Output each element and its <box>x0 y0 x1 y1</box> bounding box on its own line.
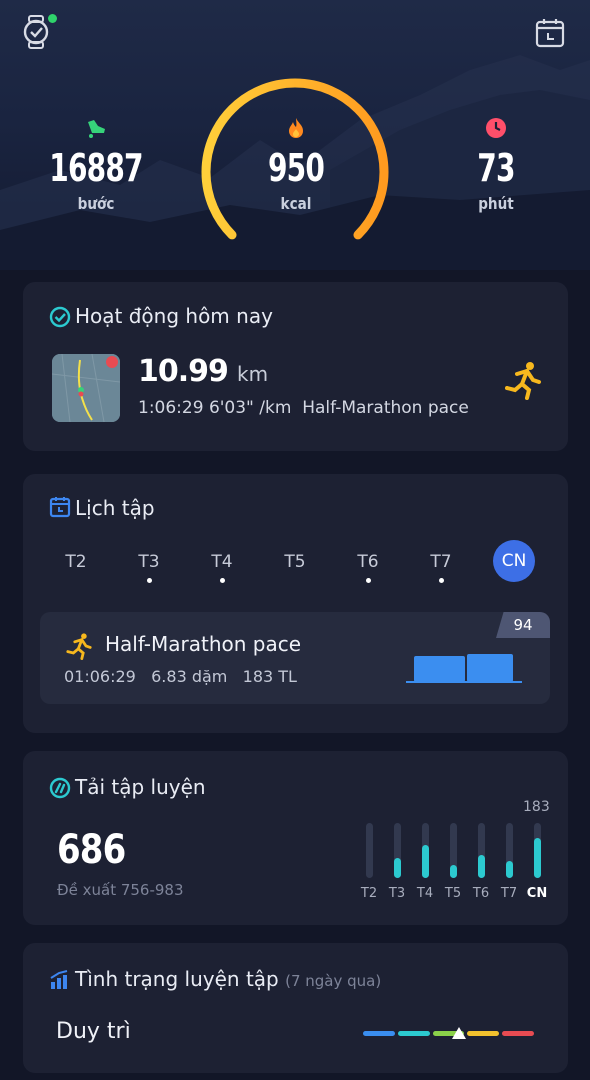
gauge-icon <box>49 777 71 799</box>
load-suggestion: Đề xuất 756-983 <box>57 881 184 899</box>
steps-unit: bước <box>77 194 115 213</box>
bar-trend-icon <box>49 969 71 991</box>
load-day-label: T2 <box>360 886 378 901</box>
training-status-value: Duy trì <box>56 1019 131 1044</box>
workout-distance: 6.83 dặm <box>151 667 228 686</box>
load-bar-fill <box>478 855 485 878</box>
load-bar-fill <box>422 845 429 878</box>
workout-dot <box>219 578 225 583</box>
training-status-heading: Tình trạng luyện tập (7 ngày qua) <box>75 967 381 991</box>
day-t6[interactable]: T6 <box>348 552 388 583</box>
day-t7[interactable]: T7 <box>421 552 461 583</box>
training-load-title: Tải tập luyện <box>75 775 206 799</box>
workout-dot <box>365 578 371 583</box>
training-status-subtitle: (7 ngày qua) <box>285 972 382 990</box>
check-circle-icon <box>49 306 71 328</box>
load-day-label: T7 <box>500 886 518 901</box>
calendar-icon[interactable] <box>533 16 569 52</box>
calories-metric[interactable]: 950 kcal <box>226 116 366 213</box>
status-scale-segment <box>397 1031 430 1036</box>
workout-load: 183 TL <box>242 667 297 686</box>
day-label: T4 <box>211 552 233 572</box>
status-scale-segment <box>363 1031 395 1036</box>
score-badge: 94 <box>496 612 550 638</box>
calories-unit: kcal <box>280 194 312 213</box>
workout-stats: 01:06:29 6.83 dặm 183 TL <box>64 667 297 686</box>
day-t2[interactable]: T2 <box>56 552 96 572</box>
minutes-metric[interactable]: 73 phút <box>426 116 566 213</box>
load-day-label: T4 <box>416 886 434 901</box>
load-bar-fill <box>394 858 401 878</box>
workout-item[interactable]: Half-Marathon pace 01:06:29 6.83 dặm 183… <box>40 612 550 704</box>
connected-status-dot <box>48 14 57 23</box>
minutes-value: 73 <box>477 146 515 190</box>
calories-value: 950 <box>267 146 325 190</box>
workout-dot <box>146 578 152 583</box>
day-label: T3 <box>138 552 160 572</box>
load-bar-fill <box>506 861 513 878</box>
status-scale-segment <box>502 1031 534 1036</box>
distance-readout: 10.99 km <box>138 354 268 389</box>
load-day-label: T6 <box>472 886 490 901</box>
steps-metric[interactable]: 16887 bước <box>26 116 166 213</box>
intensity-block <box>467 654 513 682</box>
load-bar-fill <box>450 865 457 878</box>
runner-icon <box>503 360 543 400</box>
training-load-value: 686 <box>57 827 126 873</box>
workout-time: 01:06:29 <box>64 667 136 686</box>
day-label: T6 <box>357 552 379 572</box>
day-label: T5 <box>284 552 306 572</box>
footprint-icon <box>84 116 108 140</box>
route-map-thumbnail[interactable] <box>52 354 120 422</box>
day-t5[interactable]: T5 <box>275 552 315 572</box>
status-marker-icon <box>451 1027 466 1039</box>
activity-card[interactable]: Hoạt động hôm nay 10.99 km 1:06:29 6'03"… <box>23 282 568 451</box>
load-day-label: CN <box>526 886 548 901</box>
intensity-block <box>414 656 465 682</box>
training-status-title: Tình trạng luyện tập <box>75 967 279 991</box>
distance-unit: km <box>237 362 269 386</box>
header-hero: 16887 bước 950 kcal 73 phút <box>0 0 590 270</box>
load-max-label: 183 <box>523 799 550 815</box>
workout-dot <box>438 578 444 583</box>
schedule-title: Lịch tập <box>75 496 155 520</box>
day-t3[interactable]: T3 <box>129 552 169 583</box>
minutes-unit: phút <box>478 194 514 213</box>
runner-icon <box>64 632 94 660</box>
activity-title: Hoạt động hôm nay <box>75 304 273 328</box>
calendar-clock-icon <box>49 496 71 518</box>
distance-value: 10.99 <box>138 354 229 389</box>
load-day-label: T3 <box>388 886 406 901</box>
day-t4[interactable]: T4 <box>202 552 242 583</box>
day-label: T2 <box>65 552 87 572</box>
training-status-card[interactable]: Tình trạng luyện tập (7 ngày qua) Duy tr… <box>23 943 568 1073</box>
status-scale-segment <box>467 1031 500 1036</box>
flame-icon <box>284 116 308 140</box>
load-day-label: T5 <box>444 886 462 901</box>
clock-icon <box>484 116 508 140</box>
day-cn-selected[interactable]: CN <box>493 540 535 582</box>
steps-value: 16887 <box>49 146 143 190</box>
day-label: T7 <box>430 552 452 572</box>
load-bar-fill <box>534 838 541 878</box>
load-bar-track <box>366 823 373 878</box>
workout-name: Half-Marathon pace <box>105 632 302 656</box>
activity-stats: 1:06:29 6'03" /km Half-Marathon pace <box>138 398 469 418</box>
